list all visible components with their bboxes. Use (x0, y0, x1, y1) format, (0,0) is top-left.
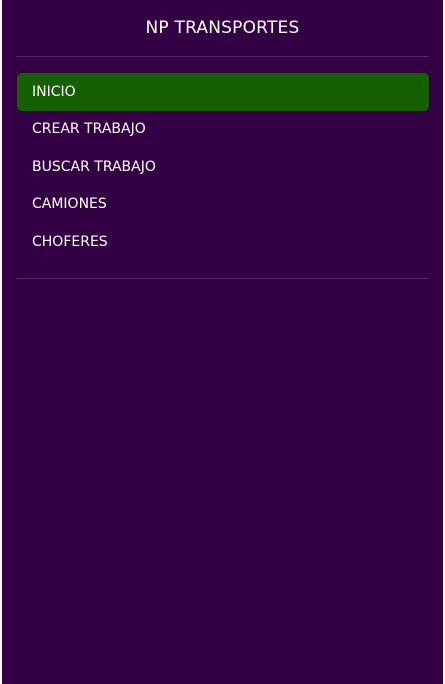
nav-item-buscar-trabajo[interactable]: BUSCAR TRABAJO (17, 148, 429, 186)
nav-item-crear-trabajo[interactable]: CREAR TRABAJO (17, 111, 429, 149)
sidebar: NP TRANSPORTES INICIO CREAR TRABAJO BUSC… (2, 0, 443, 684)
nav-list: INICIO CREAR TRABAJO BUSCAR TRABAJO CAMI… (2, 57, 443, 278)
nav-item-choferes[interactable]: CHOFERES (17, 223, 429, 261)
nav-item-inicio[interactable]: INICIO (17, 73, 429, 111)
nav-item-camiones[interactable]: CAMIONES (17, 186, 429, 224)
bottom-divider (16, 277, 429, 279)
brand-title[interactable]: NP TRANSPORTES (2, 0, 443, 56)
